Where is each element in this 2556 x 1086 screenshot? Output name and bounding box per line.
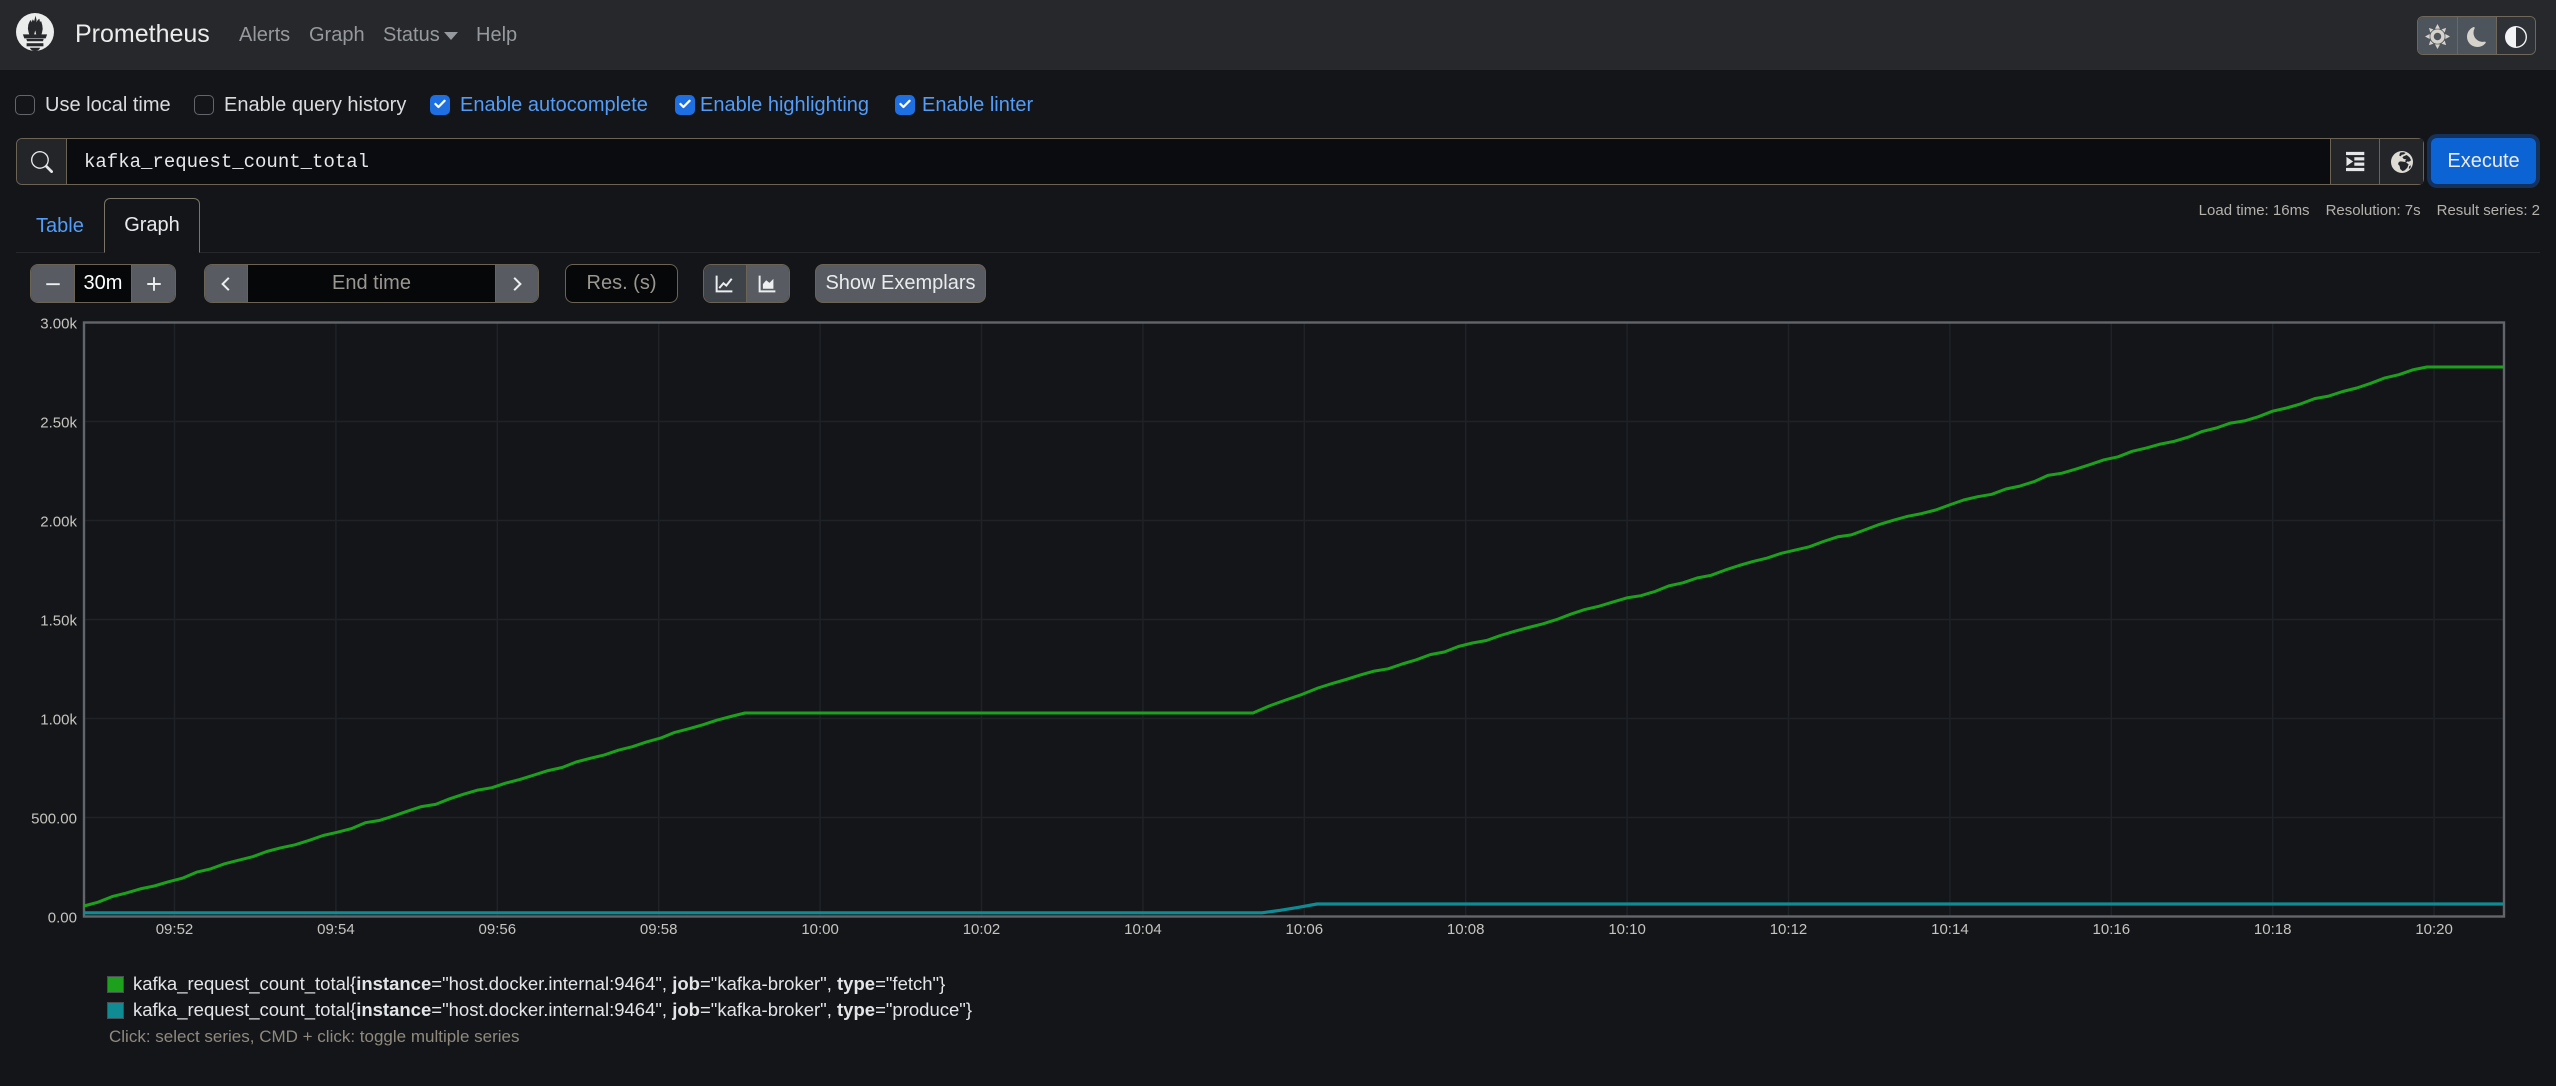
svg-text:10:10: 10:10 — [1608, 921, 1646, 938]
svg-text:09:54: 09:54 — [317, 921, 355, 938]
svg-text:10:04: 10:04 — [1124, 921, 1162, 938]
svg-text:10:00: 10:00 — [801, 921, 839, 938]
svg-text:2.00k: 2.00k — [40, 514, 77, 531]
svg-text:3.00k: 3.00k — [40, 316, 77, 333]
svg-text:10:12: 10:12 — [1770, 921, 1808, 938]
svg-text:1.00k: 1.00k — [40, 712, 77, 729]
svg-text:1.50k: 1.50k — [40, 613, 77, 630]
svg-text:09:52: 09:52 — [156, 921, 194, 938]
svg-text:10:08: 10:08 — [1447, 921, 1485, 938]
svg-text:10:02: 10:02 — [963, 921, 1001, 938]
svg-text:10:18: 10:18 — [2254, 921, 2292, 938]
svg-text:500.00: 500.00 — [31, 811, 77, 828]
svg-text:10:06: 10:06 — [1286, 921, 1324, 938]
svg-text:10:16: 10:16 — [2093, 921, 2131, 938]
svg-text:10:14: 10:14 — [1931, 921, 1969, 938]
svg-text:09:58: 09:58 — [640, 921, 678, 938]
svg-text:10:20: 10:20 — [2415, 921, 2453, 938]
svg-text:09:56: 09:56 — [479, 921, 517, 938]
svg-text:2.50k: 2.50k — [40, 415, 77, 432]
svg-text:0.00: 0.00 — [48, 910, 77, 927]
